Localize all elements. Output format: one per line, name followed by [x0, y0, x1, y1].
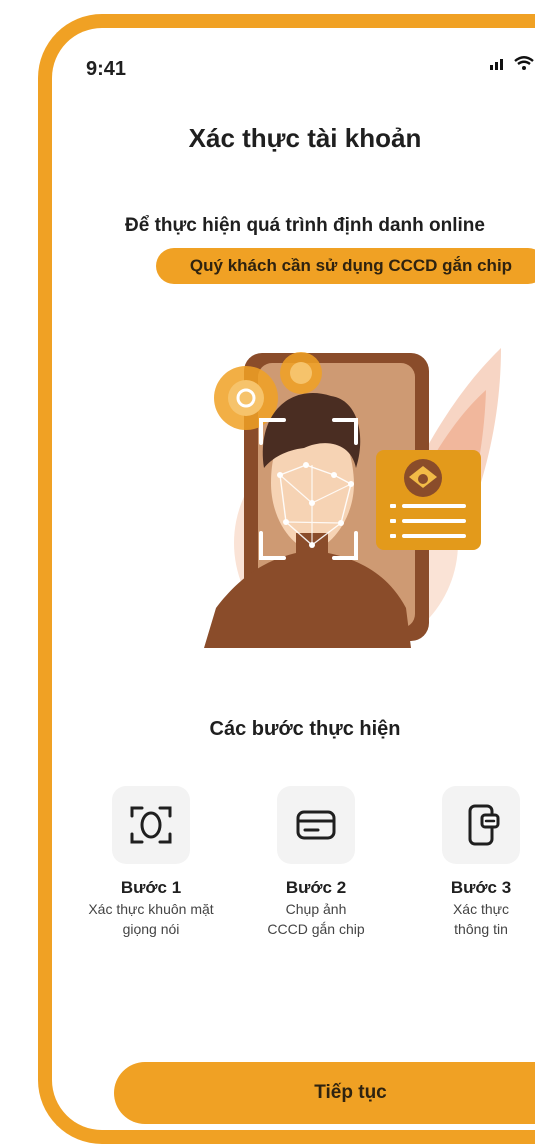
- step-3: Bước 3 Xác thực thông tin: [401, 786, 535, 938]
- step-2-desc-line1: Chụp ảnh: [285, 901, 347, 917]
- signal-icon: [490, 59, 503, 70]
- wifi-icon: [514, 56, 534, 70]
- step-1-desc-line2: giọng nói: [122, 921, 180, 937]
- page-title: Xác thực tài khoản: [188, 123, 422, 153]
- step-2-title: Bước 2: [285, 878, 347, 897]
- intro-text: Để thực hiện quá trình định danh online: [125, 215, 485, 236]
- step-2-icon-box: [277, 786, 355, 864]
- status-icons: [490, 56, 535, 70]
- face-verification-illustration: [204, 348, 501, 648]
- step-1: Bước 1 Xác thực khuôn mặt giọng nói: [71, 786, 231, 938]
- step-2: Bước 2 Chụp ảnh CCCD gắn chip: [236, 786, 396, 938]
- id-card-icon: [296, 810, 336, 840]
- step-1-icon-box: [112, 786, 190, 864]
- step-1-desc-line1: Xác thực khuôn mặt: [88, 901, 214, 917]
- chip-requirement-pill: Quý khách cần sử dụng CCCD gắn chip: [156, 248, 535, 284]
- phone-frame: 9:41 Xác thực tài khoản Để thực hiện quá…: [38, 14, 535, 1144]
- steps-title: Các bước thực hiện: [209, 718, 401, 740]
- step-3-icon-box: [442, 786, 520, 864]
- step-3-title: Bước 3: [450, 878, 512, 897]
- continue-button[interactable]: Tiếp tục: [114, 1062, 535, 1124]
- step-1-title: Bước 1: [120, 878, 182, 897]
- step-3-desc-line1: Xác thực: [452, 901, 510, 917]
- status-time: 9:41: [86, 58, 127, 80]
- phone-card-icon: [468, 804, 500, 846]
- face-scan-icon: [130, 806, 172, 844]
- step-2-desc-line2: CCCD gắn chip: [267, 921, 365, 937]
- step-3-desc-line2: thông tin: [454, 921, 508, 937]
